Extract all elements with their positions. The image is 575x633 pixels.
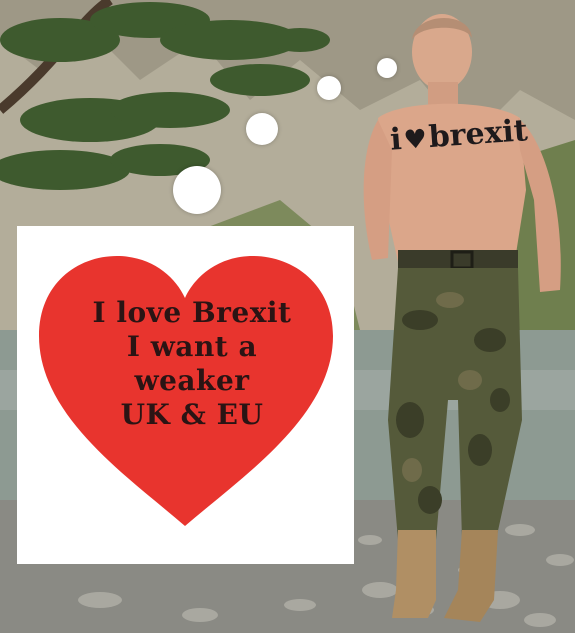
photo-scene: i♥brexit I love Brexit I want a weaker U… <box>0 0 575 633</box>
thought-bubble <box>377 58 397 78</box>
heart-message: I love Brexit I want a weaker UK & EU <box>47 296 337 432</box>
heart-line-2: I want a <box>126 330 258 363</box>
tattoo-prefix: i <box>388 122 403 158</box>
heart-line-3: weaker <box>134 364 250 397</box>
heart-icon: ♥ <box>402 124 428 156</box>
tattoo-word: brexit <box>427 113 529 156</box>
heart-card: I love Brexit I want a weaker UK & EU <box>17 226 354 564</box>
thought-bubble <box>246 113 278 145</box>
thought-bubble <box>173 166 221 214</box>
heart-line-4: UK & EU <box>120 398 264 431</box>
heart-line-1: I love Brexit <box>92 296 292 329</box>
thought-bubble <box>317 76 341 100</box>
